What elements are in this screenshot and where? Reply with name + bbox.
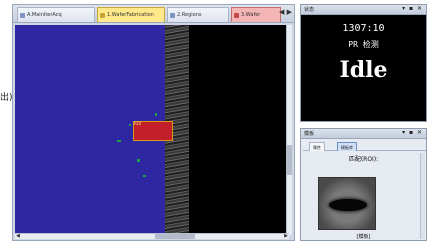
- vertical-scroll-thumb[interactable]: [287, 145, 292, 175]
- dark-background-region: [189, 25, 289, 235]
- tab-doc-icon: [170, 13, 175, 18]
- tab-label: 2.Regions: [177, 12, 202, 18]
- thumbnail-dark-feature: [329, 199, 367, 211]
- image-view-window: A.MainIterAcq 1.WaferFabrication 2.Regio…: [12, 4, 295, 241]
- template-window: 模板 ▾ ▪ ✕ 属性 模板库 匹配(ROI): [模板]: [300, 128, 427, 241]
- tab-regions[interactable]: 2.Regions: [167, 7, 229, 22]
- roi-label: ROI: [134, 121, 142, 126]
- template-thumbnail[interactable]: [318, 177, 376, 230]
- window-controls-icon[interactable]: ▾ ▪ ✕: [402, 5, 423, 12]
- tab-wafer-fabrication[interactable]: 1.WaferFabrication: [97, 7, 165, 22]
- scroll-left-icon[interactable]: ◀: [16, 234, 20, 239]
- green-marker: [137, 159, 140, 162]
- tab-doc-icon: [20, 13, 25, 18]
- status-window-titlebar: 状态 ▾ ▪ ✕: [301, 5, 426, 15]
- template-header: 匹配(ROI):: [348, 156, 379, 163]
- left-edge-text: 出): [0, 93, 13, 103]
- subtab-properties[interactable]: 属性: [309, 142, 325, 151]
- status-state: Idle: [339, 57, 388, 83]
- green-marker: [117, 140, 121, 142]
- image-canvas[interactable]: ROI: [15, 25, 289, 235]
- document-tabstrip: A.MainIterAcq 1.WaferFabrication 2.Regio…: [13, 5, 294, 23]
- tab-wafer[interactable]: 3.Wafer: [231, 7, 281, 22]
- tab-label: A.MainIterAcq: [27, 12, 62, 18]
- template-window-title: 模板: [304, 131, 315, 137]
- vertical-scrollbar[interactable]: [286, 25, 292, 235]
- status-line-2: PR 检测: [348, 40, 379, 49]
- scroll-right-icon[interactable]: ▶: [284, 234, 288, 239]
- green-marker: [155, 113, 157, 116]
- tab-doc-icon: [234, 13, 239, 18]
- tab-label: 1.WaferFabrication: [107, 12, 154, 18]
- tab-label: 3.Wafer: [241, 12, 261, 18]
- horizontal-scroll-thumb[interactable]: [155, 234, 195, 239]
- tab-scroll-arrows[interactable]: ◀ ▶: [279, 8, 292, 16]
- window-controls-icon[interactable]: ▾ ▪ ✕: [402, 129, 423, 136]
- template-window-titlebar: 模板 ▾ ▪ ✕: [301, 129, 426, 139]
- status-line-1: 1307:10: [342, 23, 385, 34]
- tab-main-iter-acq[interactable]: A.MainIterAcq: [17, 7, 95, 22]
- status-window-title: 状态: [304, 7, 315, 13]
- template-vertical-scrollbar[interactable]: [420, 153, 425, 239]
- horizontal-scrollbar[interactable]: ◀ ▶: [15, 233, 289, 239]
- green-marker: [129, 124, 131, 126]
- subtab-template-library[interactable]: 模板库: [337, 142, 357, 151]
- template-caption: [模板]: [356, 234, 371, 240]
- green-marker: [143, 175, 146, 177]
- tab-doc-icon: [100, 13, 105, 18]
- app-root: 出) A.MainIterAcq 1.WaferFabrication 2.Re…: [0, 0, 431, 245]
- status-window: 状态 ▾ ▪ ✕ 1307:10 PR 检测 Idle: [300, 4, 427, 122]
- template-subtabs: 属性 模板库: [303, 141, 426, 151]
